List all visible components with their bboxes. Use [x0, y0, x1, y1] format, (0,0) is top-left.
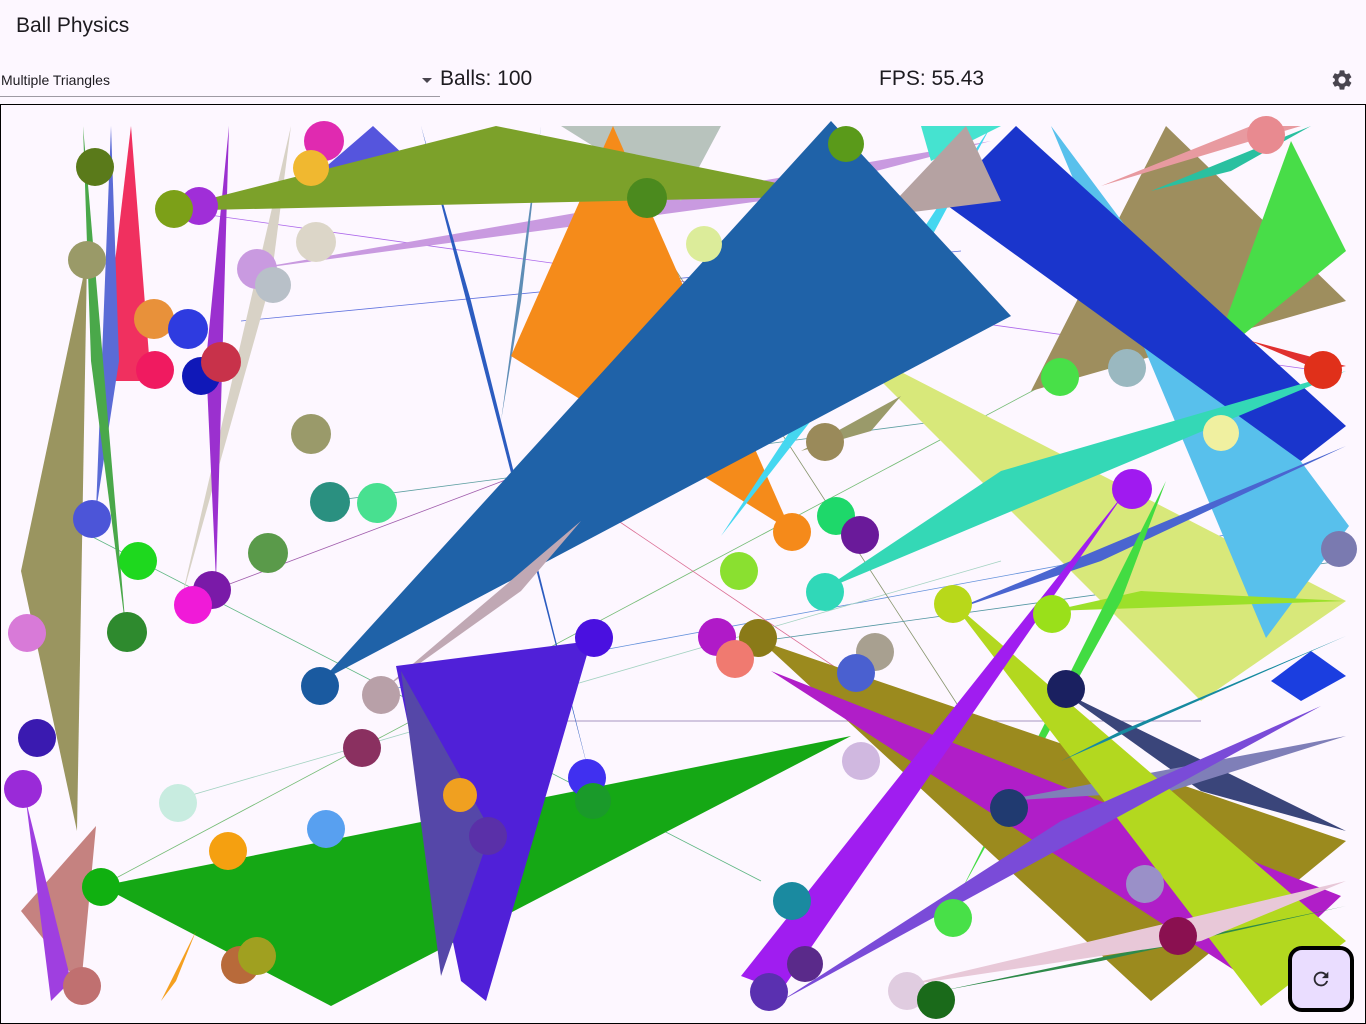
settings-button[interactable]	[1328, 66, 1356, 94]
ball	[296, 222, 336, 262]
ball	[1041, 358, 1079, 396]
ball	[134, 299, 174, 339]
ball	[1304, 351, 1342, 389]
ball	[307, 810, 345, 848]
ball	[1047, 670, 1085, 708]
ball	[1108, 349, 1146, 387]
triangle-olive-top	[161, 126, 841, 211]
ball	[934, 585, 972, 623]
ball	[301, 667, 339, 705]
ball	[136, 351, 174, 389]
ball	[159, 784, 197, 822]
ball	[1159, 917, 1197, 955]
ball	[720, 552, 758, 590]
ball	[68, 241, 106, 279]
reset-button[interactable]	[1288, 946, 1354, 1012]
ball	[828, 126, 864, 162]
ball	[787, 946, 823, 982]
ball	[1126, 865, 1164, 903]
ball	[4, 770, 42, 808]
ball	[990, 789, 1028, 827]
ball	[357, 483, 397, 523]
ball	[76, 148, 114, 186]
ball	[155, 190, 193, 228]
ball	[575, 619, 613, 657]
ball	[362, 676, 400, 714]
ball	[63, 967, 101, 1005]
gear-icon	[1332, 70, 1352, 90]
ball	[255, 267, 291, 303]
ball	[686, 226, 722, 262]
mode-dropdown[interactable]: Multiple Triangles	[0, 66, 440, 97]
triangle-blue-small	[1271, 651, 1346, 701]
app-title: Ball Physics	[16, 14, 130, 37]
ball	[209, 832, 247, 870]
fps-readout: FPS: 55.43	[879, 67, 985, 90]
ball	[18, 719, 56, 757]
ball	[201, 342, 241, 382]
simulation-drawing	[4, 116, 1357, 1019]
ball	[168, 309, 208, 349]
simulation-canvas[interactable]	[0, 104, 1366, 1024]
ball	[716, 640, 754, 678]
ball	[627, 178, 667, 218]
ball	[1247, 116, 1285, 154]
ball	[750, 973, 788, 1011]
ball	[174, 586, 212, 624]
balls-count: Balls: 100	[440, 67, 533, 90]
ball	[841, 516, 879, 554]
ball	[837, 654, 875, 692]
app-bar: Ball Physics	[0, 0, 1366, 56]
ball	[806, 423, 844, 461]
ball	[806, 573, 844, 611]
mode-dropdown-value: Multiple Triangles	[1, 72, 110, 88]
ball	[773, 882, 811, 920]
ball	[73, 500, 111, 538]
controls-bar: Multiple Triangles Balls: 100 FPS: 55.43	[0, 58, 1366, 102]
ball	[291, 414, 331, 454]
ball	[934, 899, 972, 937]
ball	[773, 513, 811, 551]
ball	[575, 783, 611, 819]
ball	[842, 742, 880, 780]
ball	[310, 482, 350, 522]
ball	[343, 729, 381, 767]
ball	[107, 612, 147, 652]
ball	[82, 868, 120, 906]
ball	[1033, 595, 1071, 633]
dropdown-arrow-icon	[422, 78, 432, 83]
ball	[119, 542, 157, 580]
triangle-orange-left	[161, 931, 196, 1001]
ball	[248, 533, 288, 573]
ball	[238, 937, 276, 975]
ball	[1203, 415, 1239, 451]
ball	[293, 150, 329, 186]
ball	[8, 614, 46, 652]
ball	[469, 817, 507, 855]
ball	[1321, 531, 1357, 567]
ball	[443, 778, 477, 812]
ball	[1112, 469, 1152, 509]
ball	[917, 981, 955, 1019]
refresh-icon	[1313, 971, 1329, 987]
